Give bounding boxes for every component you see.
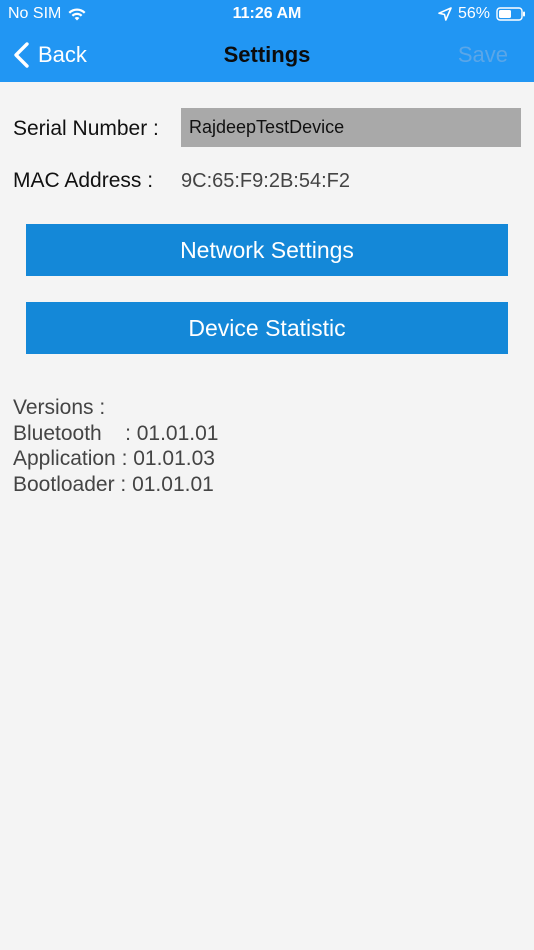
battery-icon xyxy=(496,7,525,21)
page-title: Settings xyxy=(223,42,311,67)
bootloader-version: Bootloader : 01.01.01 xyxy=(13,472,214,496)
bluetooth-version: Bluetooth : 01.01.01 xyxy=(13,421,219,445)
mac-address-value: 9C:65:F9:2B:54:F2 xyxy=(181,170,350,192)
right-status-group: 56% xyxy=(438,5,526,23)
battery-percent: 56% xyxy=(457,5,490,22)
location-arrow-icon xyxy=(438,7,452,21)
status-bar: No SIM 11:26 AM 56% xyxy=(0,0,534,28)
serial-number-input[interactable] xyxy=(181,108,521,147)
network-settings-button[interactable]: Network Settings xyxy=(26,224,508,276)
serial-number-label: Serial Number : xyxy=(13,117,159,140)
navigation-bar: Back Settings Save xyxy=(0,28,534,82)
device-statistic-button[interactable]: Device Statistic xyxy=(26,302,508,354)
application-version: Application : 01.01.03 xyxy=(13,447,215,470)
versions-heading: Versions : xyxy=(13,396,106,419)
versions-section: Versions : Bluetooth : 01.01.01 Applicat… xyxy=(13,395,219,497)
mac-address-label: MAC Address : xyxy=(13,169,154,192)
save-button[interactable]: Save xyxy=(458,42,508,68)
header: No SIM 11:26 AM 56% Back Settings Save xyxy=(0,0,534,82)
